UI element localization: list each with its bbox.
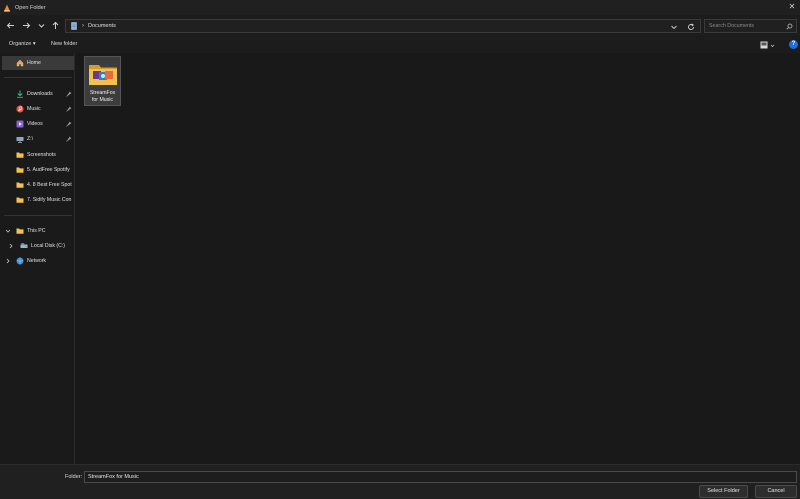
- folder-icon: [16, 166, 24, 174]
- up-button[interactable]: [50, 20, 61, 31]
- sidebar-item-downloads[interactable]: Downloads: [2, 87, 74, 101]
- sidebar-item-label: Screenshots: [27, 152, 56, 158]
- forward-button[interactable]: [21, 20, 32, 31]
- cancel-button[interactable]: Cancel: [755, 485, 797, 498]
- sidebar-item-network[interactable]: Network: [2, 254, 74, 268]
- pin-icon: [66, 121, 72, 127]
- sidebar-item-z-drive[interactable]: Z:\: [2, 132, 74, 146]
- folder-name-input[interactable]: [84, 471, 797, 483]
- folder-item-label-line2: for Music: [91, 96, 114, 103]
- sidebar-item-music[interactable]: Music: [2, 102, 74, 116]
- breadcrumb-documents[interactable]: Documents: [88, 23, 116, 29]
- sidebar-item-label: This PC: [27, 228, 46, 234]
- address-bar[interactable]: › Documents: [65, 19, 701, 33]
- folder-item-label-line1: StreamFox: [89, 90, 116, 96]
- folder-field-label: Folder:: [65, 474, 83, 480]
- arrow-right-icon: [23, 22, 31, 29]
- help-button[interactable]: ?: [789, 40, 798, 49]
- home-icon: [16, 59, 24, 67]
- chevron-down-icon[interactable]: [5, 228, 11, 234]
- chevron-down-icon: [38, 24, 45, 28]
- chevron-down-icon: [770, 44, 775, 47]
- title-bar: Open Folder ✕: [0, 0, 800, 15]
- pin-icon: [66, 106, 72, 112]
- sidebar-item-home[interactable]: Home: [2, 56, 74, 70]
- folder-icon: [16, 181, 24, 189]
- organize-button[interactable]: Organize ▾: [9, 41, 36, 47]
- video-icon: [16, 120, 24, 128]
- folder-icon: [16, 151, 24, 159]
- file-list: StreamFox for Music: [76, 53, 800, 464]
- disk-icon: [20, 242, 28, 250]
- recent-locations-button[interactable]: [36, 20, 47, 31]
- sidebar-item-label: 7. Sidify Music Con: [27, 197, 72, 203]
- sidebar-divider: [4, 77, 72, 78]
- folder-icon: [16, 196, 24, 204]
- view-icon: [760, 41, 768, 49]
- refresh-button[interactable]: [686, 22, 695, 31]
- arrow-up-icon: [52, 21, 59, 29]
- folder-item-label: StreamFox for Music: [85, 90, 120, 103]
- network-icon: [16, 257, 24, 265]
- folder-icon: [16, 227, 24, 235]
- navigation-pane: Home Downloads Music Videos Z:\ Screensh…: [0, 53, 75, 464]
- command-bar: Organize ▾ New folder ?: [0, 37, 800, 53]
- chevron-down-icon: [670, 25, 677, 29]
- close-button[interactable]: ✕: [787, 2, 797, 12]
- refresh-icon: [687, 22, 694, 30]
- sidebar-item-audfree[interactable]: 5. AudFree Spotify: [2, 163, 74, 177]
- sidebar-item-label: Network: [27, 258, 47, 264]
- window-title: Open Folder: [15, 4, 46, 11]
- sidebar-item-local-disk[interactable]: Local Disk (C:): [6, 239, 74, 253]
- sidebar-item-screenshots[interactable]: Screenshots: [2, 148, 74, 162]
- document-icon: [71, 22, 77, 30]
- network-drive-icon: [16, 135, 24, 143]
- folder-thumbnail-icon: [88, 61, 118, 87]
- address-row: › Documents Search Documents: [0, 15, 800, 37]
- address-dropdown-button[interactable]: [669, 22, 678, 31]
- sidebar-item-this-pc[interactable]: This PC: [2, 224, 74, 238]
- sidebar-item-videos[interactable]: Videos: [2, 117, 74, 131]
- sidebar-divider: [4, 215, 72, 216]
- breadcrumb-separator: ›: [82, 23, 84, 29]
- sidebar-item-best-free-spotify[interactable]: 4. 8 Best Free Spot: [2, 178, 74, 192]
- sidebar-item-label: Local Disk (C:): [31, 243, 66, 249]
- music-icon: [16, 105, 24, 113]
- search-icon: [786, 23, 793, 30]
- folder-item-streamfox[interactable]: StreamFox for Music: [84, 56, 121, 106]
- search-input[interactable]: Search Documents: [704, 19, 797, 33]
- sidebar-item-label: 4. 8 Best Free Spot: [27, 182, 72, 188]
- pin-icon: [66, 136, 72, 142]
- vlc-cone-icon: [3, 4, 11, 12]
- pin-icon: [66, 91, 72, 97]
- search-placeholder: Search Documents: [709, 23, 755, 29]
- dialog-footer: Folder: Select Folder Cancel: [0, 464, 800, 499]
- view-options-button[interactable]: [760, 40, 778, 50]
- select-folder-button[interactable]: Select Folder: [699, 485, 748, 498]
- back-button[interactable]: [5, 20, 16, 31]
- arrow-left-icon: [6, 22, 14, 29]
- sidebar-item-label: Home: [27, 60, 41, 66]
- chevron-right-icon[interactable]: [5, 258, 11, 264]
- download-icon: [16, 90, 24, 98]
- sidebar-item-label: 5. AudFree Spotify: [27, 167, 70, 173]
- sidebar-item-sidify[interactable]: 7. Sidify Music Con: [2, 193, 74, 207]
- chevron-right-icon[interactable]: [8, 243, 14, 249]
- new-folder-button[interactable]: New folder: [51, 41, 77, 47]
